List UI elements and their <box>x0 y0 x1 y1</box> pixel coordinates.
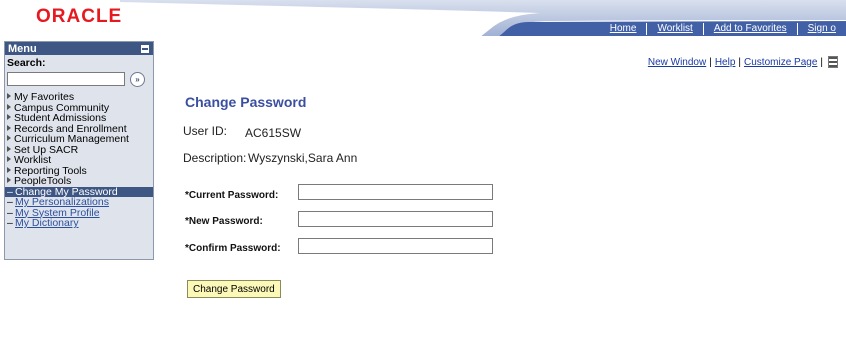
nav-home-link[interactable]: Home <box>600 23 647 35</box>
menu-item-my-dictionary[interactable]: – My Dictionary <box>5 218 153 229</box>
confirm-password-label: *Confirm Password: <box>185 243 281 254</box>
expand-arrow-icon <box>7 135 11 141</box>
menu-list: My Favorites Campus Community Student Admi… <box>5 92 153 229</box>
current-password-label: *Current Password: <box>185 190 279 201</box>
change-password-button[interactable]: Change Password <box>187 280 281 298</box>
search-input[interactable] <box>7 72 125 86</box>
nav-add-to-favorites-link[interactable]: Add to Favorites <box>702 23 797 35</box>
link-separator: | <box>820 56 823 68</box>
expand-arrow-icon <box>7 177 11 183</box>
nav-sign-out-link[interactable]: Sign o <box>796 23 846 35</box>
expand-arrow-icon <box>7 124 11 131</box>
menu-header: Menu <box>5 42 153 55</box>
http-icon[interactable] <box>828 56 838 68</box>
user-id-label: User ID: <box>183 124 228 138</box>
current-password-input[interactable] <box>298 184 493 200</box>
expand-arrow-icon <box>7 103 11 110</box>
new-password-input[interactable] <box>298 211 493 227</box>
search-label: Search: <box>7 57 46 69</box>
new-password-label: *New Password: <box>185 216 263 227</box>
expand-arrow-icon <box>7 156 11 162</box>
new-window-link[interactable]: New Window <box>648 57 706 68</box>
customize-page-link[interactable]: Customize Page <box>744 57 817 68</box>
description-value: Wyszynski,Sara Ann <box>248 151 358 165</box>
dash-icon: – <box>7 217 13 229</box>
menu-panel: Menu Search: » My Favorites Campus Commun… <box>4 41 154 260</box>
expand-arrow-icon <box>7 145 11 152</box>
dash-icon: – <box>7 196 13 208</box>
user-id-value: AC615SW <box>245 126 302 140</box>
collapse-icon[interactable] <box>141 44 149 53</box>
expand-arrow-icon <box>7 166 11 173</box>
expand-arrow-icon <box>7 114 11 120</box>
search-go-icon[interactable]: » <box>130 71 145 87</box>
link-separator: | <box>709 56 712 68</box>
description-label: Description: <box>183 151 247 165</box>
menu-title: Menu <box>8 42 37 55</box>
oracle-logo: ORACLE <box>36 6 123 27</box>
help-link[interactable]: Help <box>715 57 736 68</box>
top-nav: Home Worklist Add to Favorites Sign o <box>600 21 846 37</box>
link-separator: | <box>738 56 742 68</box>
utility-links: New Window | Help | Customize Page | <box>648 56 838 68</box>
expand-arrow-icon <box>7 93 11 99</box>
confirm-password-input[interactable] <box>298 238 493 254</box>
page-title: Change Password <box>185 94 307 110</box>
nav-worklist-link[interactable]: Worklist <box>646 23 702 35</box>
menu-item-label[interactable]: My Dictionary <box>15 217 79 229</box>
search-row: » <box>5 70 153 88</box>
